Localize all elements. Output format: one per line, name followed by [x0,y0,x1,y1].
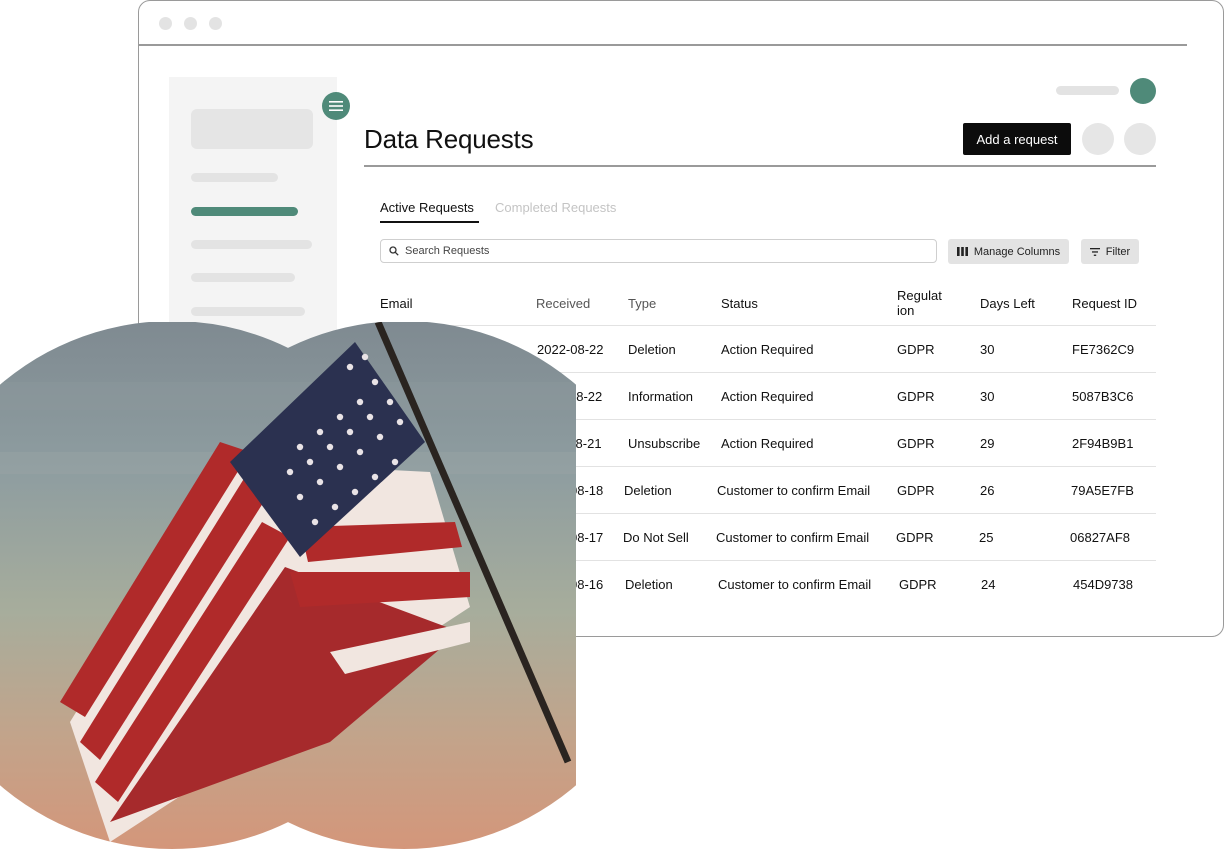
sidebar-item-5[interactable] [191,307,305,316]
action-circle-button-1[interactable] [1082,123,1114,155]
window-dot-minimize[interactable] [184,17,197,30]
cell-status: Action Required [721,436,814,451]
cell-regulation: GDPR [897,342,935,357]
active-tab-indicator [380,221,479,223]
window-dot-maximize[interactable] [209,17,222,30]
column-header-regulation-line-1: Regulat [897,288,942,303]
cell-days-left: 24 [981,577,996,592]
column-header-days-left[interactable]: Days Left [980,296,1035,311]
hamburger-icon [329,101,343,111]
cell-request-id[interactable]: 5087B3C6 [1072,389,1133,404]
window-titlebar [139,1,1223,45]
cell-days-left: 30 [980,389,995,404]
cell-type: Information [628,389,694,404]
cell-regulation: GDPR [896,530,934,545]
american-flag-photo [0,322,576,849]
titlebar-divider [139,44,1187,46]
column-header-regulation[interactable]: Regulat ion [897,288,942,318]
cell-type: Deletion [625,577,673,592]
cell-regulation: GDPR [897,389,935,404]
column-header-type[interactable]: Type [628,296,656,311]
user-name-placeholder [1056,86,1119,95]
sidebar-item-4[interactable] [191,273,295,282]
add-request-button[interactable]: Add a request [963,123,1071,155]
cell-days-left: 26 [980,483,995,498]
tab-active-requests[interactable]: Active Requests [380,200,474,215]
sidebar-item-1[interactable] [191,173,278,182]
cell-regulation: GDPR [897,436,935,451]
avatar[interactable] [1130,78,1156,104]
title-divider [364,165,1156,167]
sidebar-item-3[interactable] [191,240,312,249]
cell-status: Action Required [721,342,814,357]
cell-request-id[interactable]: FE7362C9 [1072,342,1134,357]
manage-columns-label: Manage Columns [973,245,1061,258]
cell-status: Customer to confirm Email [716,530,870,545]
cell-status: Customer to confirm Email [718,577,872,592]
cell-regulation: GDPR [899,577,937,592]
tab-completed-requests[interactable]: Completed Requests [495,200,616,215]
cell-status: Customer to confirm Email [717,483,871,498]
action-circle-button-2[interactable] [1124,123,1156,155]
sidebar-logo-placeholder [191,109,313,149]
search-placeholder: Search Requests [405,245,490,257]
cell-request-id[interactable]: 2F94B9B1 [1072,436,1133,451]
cell-days-left: 29 [980,436,995,451]
cell-type: Deletion [628,342,676,357]
cell-regulation: GDPR [897,483,935,498]
column-header-status[interactable]: Status [721,296,758,311]
column-header-received[interactable]: Received [536,296,590,311]
filter-icon [1089,247,1100,256]
filter-button[interactable]: Filter [1081,239,1139,264]
cell-request-id[interactable]: 454D9738 [1073,577,1133,592]
cell-days-left: 30 [980,342,995,357]
search-icon [389,246,399,256]
column-header-email[interactable]: Email [380,296,413,311]
column-header-request-id[interactable]: Request ID [1072,296,1137,311]
cell-status: Action Required [721,389,814,404]
manage-columns-button[interactable]: Manage Columns [948,239,1069,264]
column-header-regulation-line-2: ion [897,303,915,318]
cell-days-left: 25 [979,530,994,545]
filter-label: Filter [1105,245,1131,258]
menu-toggle-button[interactable] [322,92,350,120]
cell-type: Deletion [624,483,672,498]
sidebar-item-active[interactable] [191,207,298,216]
cell-type: Do Not Sell [623,530,689,545]
cell-type: Unsubscribe [628,436,701,451]
cell-request-id[interactable]: 06827AF8 [1070,530,1130,545]
search-input[interactable]: Search Requests [380,239,937,263]
columns-icon [956,247,968,256]
cell-request-id[interactable]: 79A5E7FB [1071,483,1134,498]
window-dot-close[interactable] [159,17,172,30]
page-title: Data Requests [364,124,534,154]
